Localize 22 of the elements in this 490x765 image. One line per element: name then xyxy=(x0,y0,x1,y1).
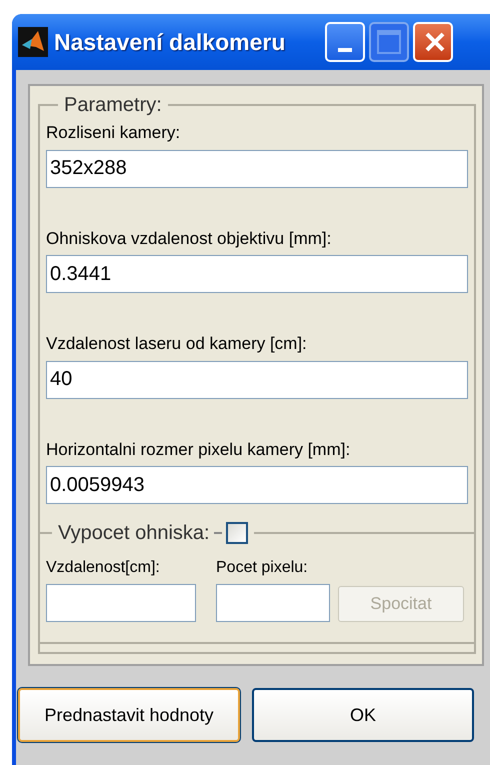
close-icon xyxy=(424,31,446,53)
input-field[interactable] xyxy=(46,584,196,622)
input-field[interactable] xyxy=(216,584,330,622)
group-legend: Vypocet ohniska: xyxy=(58,518,210,548)
input-field[interactable]: 40 xyxy=(46,360,468,398)
field-label: Vzdalenost laseru od kamery [cm]: xyxy=(46,333,308,355)
app-logo-icon xyxy=(18,27,48,57)
field-label: Ohniskova vzdalenost objektivu [mm]: xyxy=(46,228,332,250)
dialog-button[interactable]: Prednastavit hodnoty xyxy=(18,688,240,742)
input-field[interactable]: 0.0059943 xyxy=(46,466,468,504)
field-label: Horizontalni rozmer pixelu kamery [mm]: xyxy=(46,438,352,460)
window-title: Nastavení dalkomeru xyxy=(54,28,286,57)
field-label: Pocet pixelu: xyxy=(216,558,309,578)
dialog-button[interactable]: OK xyxy=(252,688,474,742)
close-button[interactable] xyxy=(413,22,454,62)
field-label: Rozliseni kamery: xyxy=(46,122,182,144)
minimize-button[interactable] xyxy=(325,22,366,62)
input-field[interactable]: 0.3441 xyxy=(46,255,468,293)
input-field[interactable]: 352x288 xyxy=(46,150,468,188)
field-label: Vzdalenost[cm]: xyxy=(46,558,161,578)
group-legend: Parametry: xyxy=(58,90,168,120)
checkbox[interactable] xyxy=(226,522,248,544)
